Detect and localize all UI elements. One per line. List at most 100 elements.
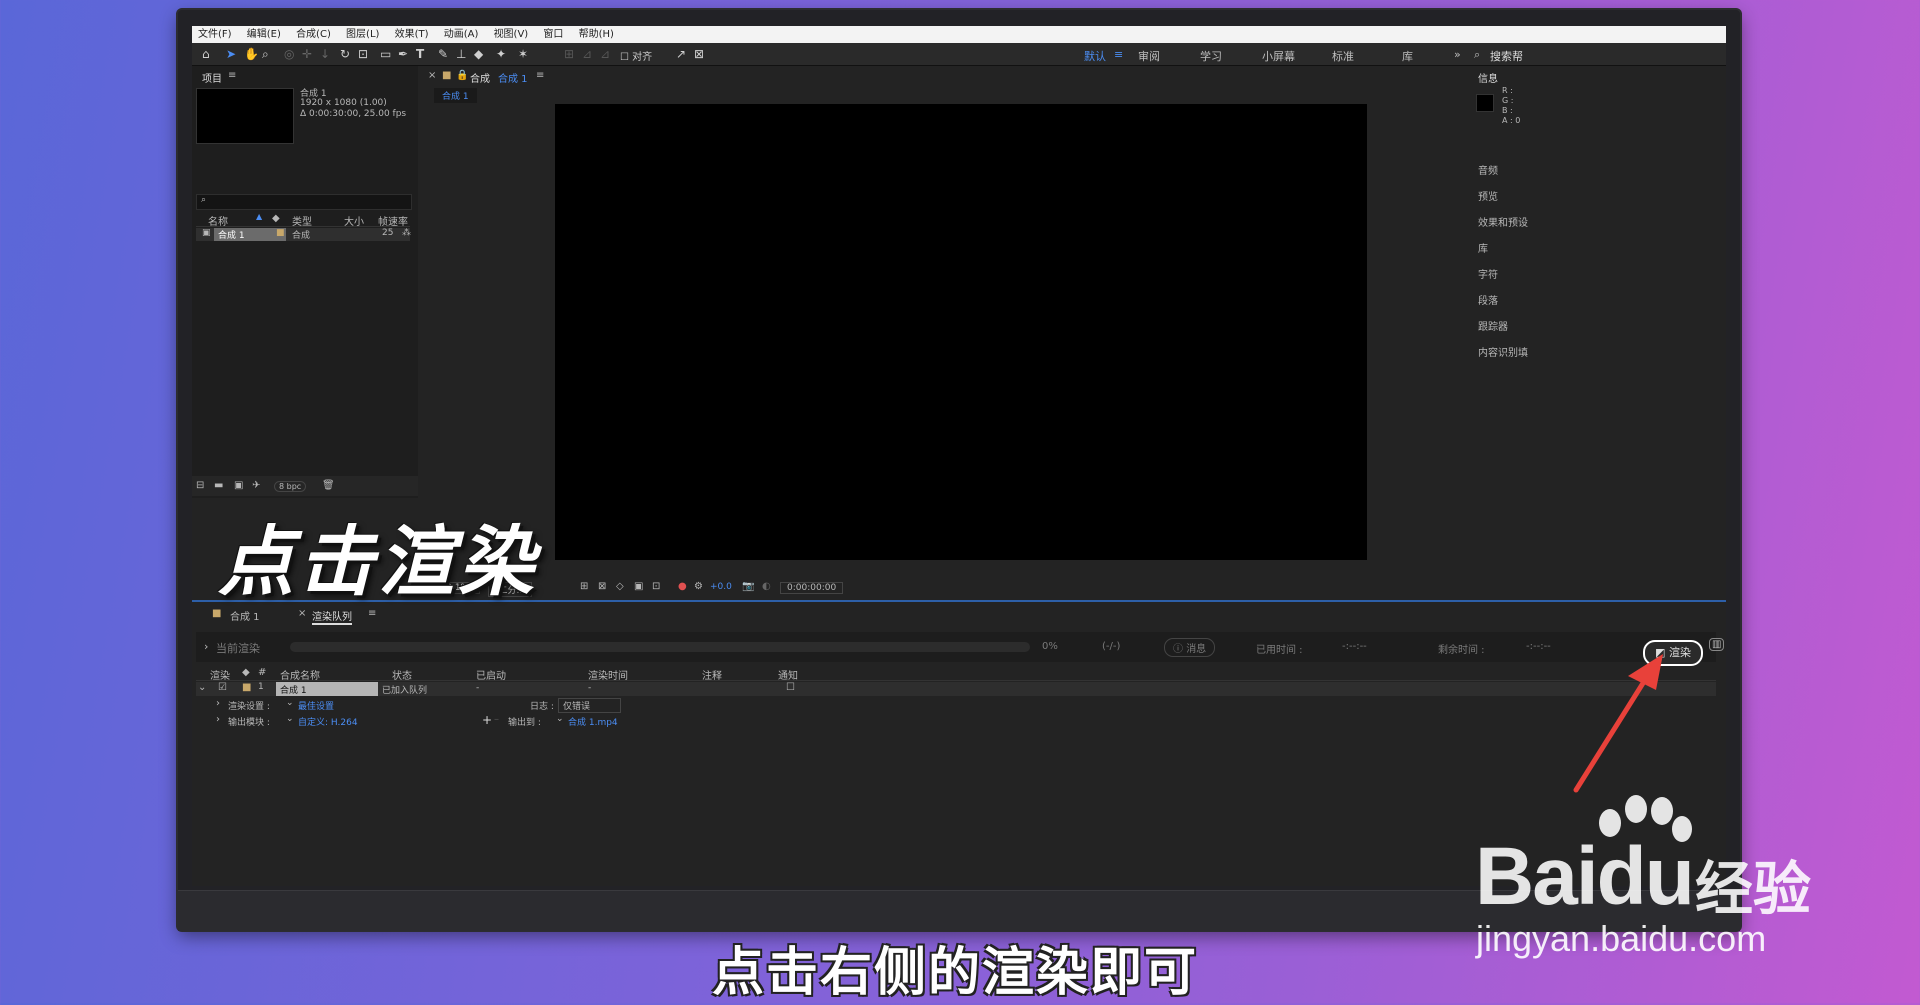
pen-tool-icon[interactable]: ✒: [398, 47, 408, 61]
comp-canvas[interactable]: [555, 104, 1367, 560]
ame-queue-icon[interactable]: ▥: [1709, 638, 1725, 651]
project-search-input[interactable]: ⌕: [196, 194, 412, 210]
menu-file[interactable]: 文件(F): [198, 29, 232, 40]
panel-tracker[interactable]: 跟踪器: [1478, 318, 1508, 333]
orbit-tool-icon[interactable]: ◎: [284, 47, 294, 61]
roto-brush-icon[interactable]: ✦: [496, 47, 506, 61]
render-settings-value[interactable]: 最佳设置: [298, 699, 334, 712]
output-module-value[interactable]: 自定义: H.264: [298, 715, 358, 728]
comp-subtab[interactable]: 合成 1: [434, 88, 477, 103]
col-started[interactable]: 已启动: [476, 667, 506, 682]
panel-character[interactable]: 字符: [1478, 266, 1498, 281]
panel-content-aware-fill[interactable]: 内容识别填: [1478, 344, 1528, 359]
col-number[interactable]: #: [258, 667, 266, 678]
menu-layer[interactable]: 图层(L): [346, 29, 379, 40]
col-fps[interactable]: 帧速率: [378, 213, 408, 228]
expand-output-icon[interactable]: ›: [216, 714, 220, 725]
lock-icon[interactable]: 🔒: [456, 70, 468, 81]
axis-view-icon[interactable]: ⊿: [600, 47, 610, 61]
new-folder-icon[interactable]: ▬: [214, 480, 223, 491]
workspace-standard[interactable]: 标准: [1332, 48, 1354, 64]
transparency-grid-icon[interactable]: ⊞: [580, 581, 588, 592]
workspace-review[interactable]: 审阅: [1138, 48, 1160, 64]
3d-view-icon[interactable]: ⊡: [652, 581, 660, 592]
exposure-icon[interactable]: ⚙: [694, 581, 703, 592]
comp-tab-label[interactable]: 合成: [470, 70, 490, 85]
menu-edit[interactable]: 编辑(E): [247, 29, 281, 40]
chevron-down-icon[interactable]: ⌄: [286, 698, 294, 708]
tab-render-queue[interactable]: 渲染队列: [312, 608, 352, 625]
remove-output-icon[interactable]: –: [494, 714, 499, 725]
expand-row-icon[interactable]: ⌄: [198, 682, 206, 693]
interpret-footage-icon[interactable]: ⊟: [196, 480, 204, 491]
snap-icon[interactable]: ↗: [676, 47, 686, 61]
mask-icon[interactable]: ◇: [616, 581, 624, 592]
anchor-tool-icon[interactable]: ⊡: [358, 47, 368, 61]
workspace-library[interactable]: 库: [1402, 48, 1413, 64]
menu-help[interactable]: 帮助(H): [579, 29, 614, 40]
menu-window[interactable]: 窗口: [543, 29, 563, 40]
add-output-icon[interactable]: +: [482, 713, 492, 727]
col-render-time[interactable]: 渲染时间: [588, 667, 628, 682]
workspace-default[interactable]: 默认: [1084, 48, 1106, 64]
table-row[interactable]: ⌄ ☑ ■ 1 合成 1 已加入队列 - - ☐: [196, 682, 1716, 696]
hand-tool-icon[interactable]: ✋: [244, 47, 259, 61]
expand-current-icon[interactable]: ›: [204, 640, 208, 653]
timecode[interactable]: 0:00:00:00: [780, 582, 844, 594]
col-name[interactable]: 名称: [208, 213, 228, 228]
notify-checkbox[interactable]: ☐: [786, 682, 795, 693]
new-comp-icon[interactable]: ▣: [234, 480, 243, 491]
panel-menu-icon[interactable]: ≡: [536, 70, 544, 81]
panel-menu-icon[interactable]: ≡: [228, 70, 236, 81]
align-checkbox[interactable]: ☐ 对齐: [620, 48, 652, 63]
workspace-more[interactable]: »: [1454, 48, 1461, 61]
menu-view[interactable]: 视图(V): [494, 29, 529, 40]
menu-animation[interactable]: 动画(A): [444, 29, 479, 40]
axis-local-icon[interactable]: ⊞: [564, 47, 574, 61]
panel-preview[interactable]: 预览: [1478, 188, 1498, 203]
menu-effect[interactable]: 效果(T): [395, 29, 429, 40]
brush-tool-icon[interactable]: ✎: [438, 47, 448, 61]
exposure-value[interactable]: +0.0: [710, 582, 732, 592]
col-notify[interactable]: 通知: [778, 667, 798, 682]
zoom-tool-icon[interactable]: ⌕: [262, 47, 269, 62]
panel-audio[interactable]: 音频: [1478, 162, 1498, 177]
comp-tab-name[interactable]: 合成 1: [498, 70, 528, 85]
info-message-button[interactable]: ⓘ 消息: [1164, 638, 1216, 657]
expand-settings-icon[interactable]: ›: [216, 698, 220, 709]
log-select[interactable]: 仅错误: [558, 698, 622, 713]
color-channel-icon[interactable]: ●: [678, 581, 687, 592]
col-render[interactable]: 渲染: [210, 667, 230, 682]
close-tab-icon[interactable]: ×: [428, 70, 436, 81]
menu-composition[interactable]: 合成(C): [296, 29, 331, 40]
panel-effects-presets[interactable]: 效果和预设: [1478, 214, 1528, 229]
puppet-pin-icon[interactable]: ✶: [518, 47, 528, 61]
rotate-tool-icon[interactable]: ↻: [340, 47, 350, 61]
pan-tool-icon[interactable]: ✛: [302, 47, 312, 61]
flowchart-icon[interactable]: ⁂: [402, 228, 411, 238]
search-help[interactable]: 搜索帮: [1490, 48, 1523, 64]
panel-library[interactable]: 库: [1478, 240, 1488, 255]
guides-icon[interactable]: ▣: [634, 581, 643, 592]
output-to-value[interactable]: 合成 1.mp4: [568, 715, 618, 728]
col-type[interactable]: 类型: [292, 213, 312, 228]
selection-tool-icon[interactable]: ➤: [226, 47, 236, 61]
bpc-button[interactable]: 8 bpc: [274, 481, 307, 492]
panel-paragraph[interactable]: 段落: [1478, 292, 1498, 307]
rectangle-tool-icon[interactable]: ▭: [380, 47, 391, 61]
eraser-tool-icon[interactable]: ◆: [474, 47, 483, 61]
col-comment[interactable]: 注释: [702, 667, 722, 682]
trash-icon[interactable]: 🗑: [322, 480, 335, 491]
snapshot-icon[interactable]: 📷: [742, 581, 754, 592]
dolly-tool-icon[interactable]: ↓: [320, 47, 330, 61]
table-row[interactable]: ▣ 合成 1 ■ 合成 25 ⁂: [196, 228, 411, 241]
tab-comp[interactable]: 合成 1: [230, 608, 260, 623]
render-checkbox[interactable]: ☑: [218, 682, 227, 693]
workspace-learn[interactable]: 学习: [1200, 48, 1222, 64]
search-icon[interactable]: ⌕: [1474, 48, 1480, 62]
text-tool-icon[interactable]: T: [416, 47, 424, 61]
adjust-icon[interactable]: ✈: [252, 480, 260, 491]
show-snapshot-icon[interactable]: ◐: [762, 581, 771, 592]
workspace-small-screen[interactable]: 小屏幕: [1262, 48, 1295, 64]
axis-world-icon[interactable]: ⊿: [582, 47, 592, 61]
